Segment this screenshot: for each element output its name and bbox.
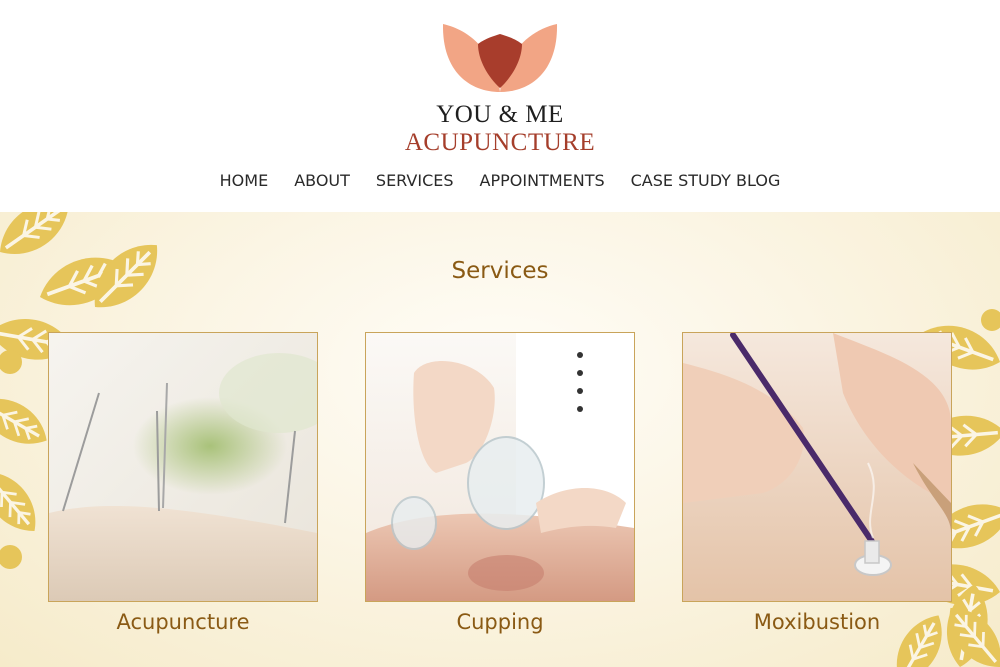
site-header: YOU & ME ACUPUNCTURE HOME ABOUT SERVICES… xyxy=(0,0,1000,212)
cupping-photo xyxy=(366,333,634,601)
nav-about[interactable]: ABOUT xyxy=(294,171,350,190)
brand-name: YOU & ME xyxy=(436,101,564,128)
main-nav: HOME ABOUT SERVICES APPOINTMENTS CASE ST… xyxy=(0,171,1000,190)
moxibustion-card[interactable] xyxy=(682,332,952,602)
services-section: Services Acupuncture Cupping Moxibustion xyxy=(0,212,1000,667)
brand-subtitle: ACUPUNCTURE xyxy=(404,129,596,156)
cupping-label[interactable]: Cupping xyxy=(365,610,635,634)
acupuncture-label[interactable]: Acupuncture xyxy=(48,610,318,634)
nav-home[interactable]: HOME xyxy=(220,171,269,190)
moxibustion-photo xyxy=(683,333,951,601)
nav-case-study-blog[interactable]: CASE STUDY BLOG xyxy=(631,171,781,190)
lotus-logo-icon[interactable] xyxy=(440,22,560,96)
acupuncture-card[interactable] xyxy=(48,332,318,602)
services-heading: Services xyxy=(451,258,549,284)
acupuncture-photo xyxy=(49,333,317,601)
nav-services[interactable]: SERVICES xyxy=(376,171,454,190)
nav-appointments[interactable]: APPOINTMENTS xyxy=(480,171,605,190)
cupping-card[interactable] xyxy=(365,332,635,602)
moxibustion-label[interactable]: Moxibustion xyxy=(682,610,952,634)
